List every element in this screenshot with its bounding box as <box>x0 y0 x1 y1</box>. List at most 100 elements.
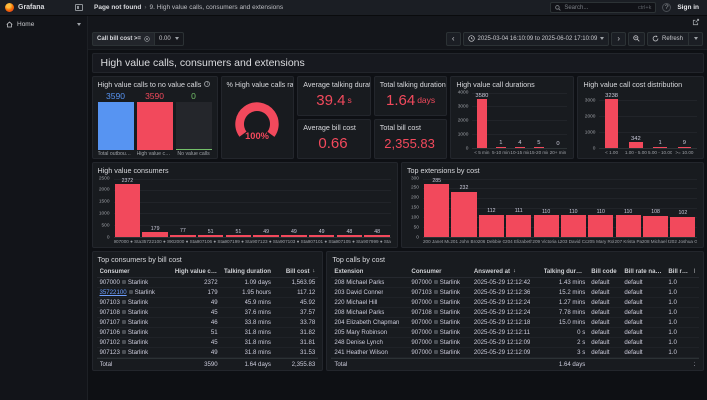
time-back-button[interactable]: ‹ <box>446 32 461 46</box>
bar-group[interactable]: 77 <box>169 179 197 237</box>
table-row[interactable]: 907102Starlink4531.8 mins31.81 <box>97 338 319 348</box>
bar[interactable] <box>506 215 531 236</box>
chevron-down-icon[interactable] <box>77 23 81 26</box>
time-range-picker[interactable]: 2025-03-04 16:10:09 to 2025-06-02 17:10:… <box>463 32 610 46</box>
refresh-button[interactable]: Refresh <box>647 32 703 46</box>
bar[interactable] <box>616 215 641 236</box>
bar-group[interactable]: 108 <box>642 179 669 237</box>
bar-group[interactable]: 110 <box>614 179 641 237</box>
bar-group[interactable]: 1 <box>648 93 672 148</box>
table-row[interactable]: 35722100Starlink1791.95 hours117.12 <box>97 288 319 298</box>
bar-group[interactable]: 51 <box>225 179 253 237</box>
table-row[interactable]: 907108Starlink4537.6 mins37.57 <box>97 308 319 318</box>
bar-group[interactable]: 4 <box>510 93 529 148</box>
bar-group[interactable]: 48 <box>336 179 364 237</box>
bar-group[interactable]: 0 <box>548 93 567 148</box>
table-row[interactable]: 203 David Conner907103Starlink2025-05-29… <box>331 288 698 298</box>
panel-title[interactable]: Average talking duration <box>298 77 370 90</box>
table-row[interactable]: 204 Elizabeth Chapman907000Starlink2025-… <box>331 318 698 328</box>
bar[interactable] <box>561 215 586 236</box>
bar[interactable] <box>534 147 544 148</box>
table-row[interactable]: 241 Heather Wilson907000Starlink2025-05-… <box>331 348 698 358</box>
breadcrumb-current[interactable]: 9. High value calls, consumers and exten… <box>149 4 283 11</box>
bar-group[interactable]: 342 <box>624 93 648 148</box>
bar-group[interactable]: 110 <box>587 179 614 237</box>
filter-value-select[interactable]: 0.00 <box>155 32 184 46</box>
bar[interactable] <box>515 147 525 148</box>
bar[interactable] <box>226 235 252 236</box>
sign-in-button[interactable]: Sign in <box>677 4 699 11</box>
chevron-down-icon[interactable] <box>694 37 698 40</box>
column-header[interactable]: Bill rate name <box>621 268 665 275</box>
breadcrumb-root[interactable]: Page not found <box>94 4 141 11</box>
bar[interactable] <box>678 147 691 148</box>
panel-title[interactable]: Average bill cost <box>298 120 370 133</box>
panel-title[interactable]: High value calls to no value calls i <box>93 77 217 90</box>
bar-group[interactable]: 102 <box>669 179 696 237</box>
bar-group[interactable]: 285 <box>423 179 450 237</box>
dock-menu-icon[interactable] <box>75 4 83 11</box>
bar-group[interactable]: 48 <box>363 179 391 237</box>
bar-group[interactable]: 3238 <box>599 93 623 148</box>
bar[interactable] <box>142 232 168 236</box>
bar-gauge-item[interactable]: 3590Total outbound c... <box>98 91 134 157</box>
table-row[interactable]: 907123Starlink4931.8 mins31.53 <box>97 348 319 358</box>
column-header[interactable]: Talking duration <box>221 268 274 275</box>
bar-group[interactable]: 112 <box>478 179 505 237</box>
table-row[interactable]: 907103Starlink4945.9 mins45.92 <box>97 298 319 308</box>
bar[interactable] <box>653 147 666 148</box>
column-header[interactable]: High value calls <box>172 268 221 275</box>
panel-title[interactable]: % High value calls ratio <box>222 77 294 90</box>
search-input[interactable]: Search... ctrl+k <box>550 2 656 13</box>
grafana-logo-icon[interactable] <box>5 3 14 12</box>
bar[interactable] <box>115 184 141 236</box>
panel-title[interactable]: High value call durations <box>451 77 573 90</box>
panel-title[interactable]: Top calls by cost <box>327 252 702 265</box>
bar-group[interactable]: 9 <box>672 93 696 148</box>
share-icon[interactable] <box>692 18 700 26</box>
bar[interactable] <box>424 184 449 236</box>
table-row[interactable]: 907106Starlink5131.8 mins31.82 <box>97 328 319 338</box>
column-header[interactable]: Bill cost↓ <box>274 268 318 275</box>
bar-group[interactable]: 3580 <box>472 93 491 148</box>
bar[interactable] <box>629 142 642 147</box>
column-header[interactable]: Consumer <box>408 268 470 275</box>
bar[interactable] <box>605 99 618 148</box>
bar-group[interactable]: 111 <box>505 179 532 237</box>
zoom-out-button[interactable] <box>628 32 645 46</box>
panel-title[interactable]: High value call cost distribution <box>578 77 702 90</box>
bar[interactable] <box>337 235 363 236</box>
bar[interactable] <box>198 235 224 236</box>
panel-title[interactable]: Total bill cost <box>375 120 447 133</box>
table-row[interactable]: 208 Michael Parks907000Starlink2025-05-2… <box>331 278 698 288</box>
time-forward-button[interactable]: › <box>611 32 626 46</box>
bar[interactable] <box>588 215 613 236</box>
bar-group[interactable]: 5 <box>529 93 548 148</box>
table-row[interactable]: 208 Michael Parks907108Starlink2025-05-2… <box>331 308 698 318</box>
bar[interactable] <box>670 217 695 237</box>
table-row[interactable]: 248 Denise Lynch907000Starlink2025-05-29… <box>331 338 698 348</box>
bar[interactable] <box>479 215 504 237</box>
filter-label[interactable]: Call bill cost >= <box>92 32 155 46</box>
table-row[interactable]: 907107Starlink4633.8 mins33.78 <box>97 318 319 328</box>
bar[interactable] <box>643 216 668 237</box>
table-row[interactable]: 907000Starlink23721.09 days1,563.95 <box>97 278 319 288</box>
info-icon[interactable]: i <box>204 81 210 87</box>
panel-title[interactable]: Top extensions by cost <box>402 163 703 176</box>
bar-group[interactable]: 2372 <box>114 179 142 237</box>
bar-group[interactable]: 110 <box>560 179 587 237</box>
bar-group[interactable]: 49 <box>280 179 308 237</box>
bar[interactable] <box>477 99 487 148</box>
bar[interactable] <box>364 235 390 236</box>
column-header[interactable]: Bill cost <box>691 268 698 275</box>
table-row[interactable]: 220 Michael Hill907000Starlink2025-05-29… <box>331 298 698 308</box>
bar-group[interactable]: 1 <box>491 93 510 148</box>
bar[interactable] <box>253 235 279 236</box>
help-icon[interactable]: ? <box>662 3 671 12</box>
bar-group[interactable]: 110 <box>532 179 559 237</box>
sidebar-item-home[interactable]: Home <box>0 16 87 32</box>
panel-title[interactable]: Total talking duration <box>375 77 447 90</box>
bar[interactable] <box>451 192 476 237</box>
panel-title[interactable]: High value consumers <box>93 163 397 176</box>
bar-group[interactable]: 179 <box>141 179 169 237</box>
